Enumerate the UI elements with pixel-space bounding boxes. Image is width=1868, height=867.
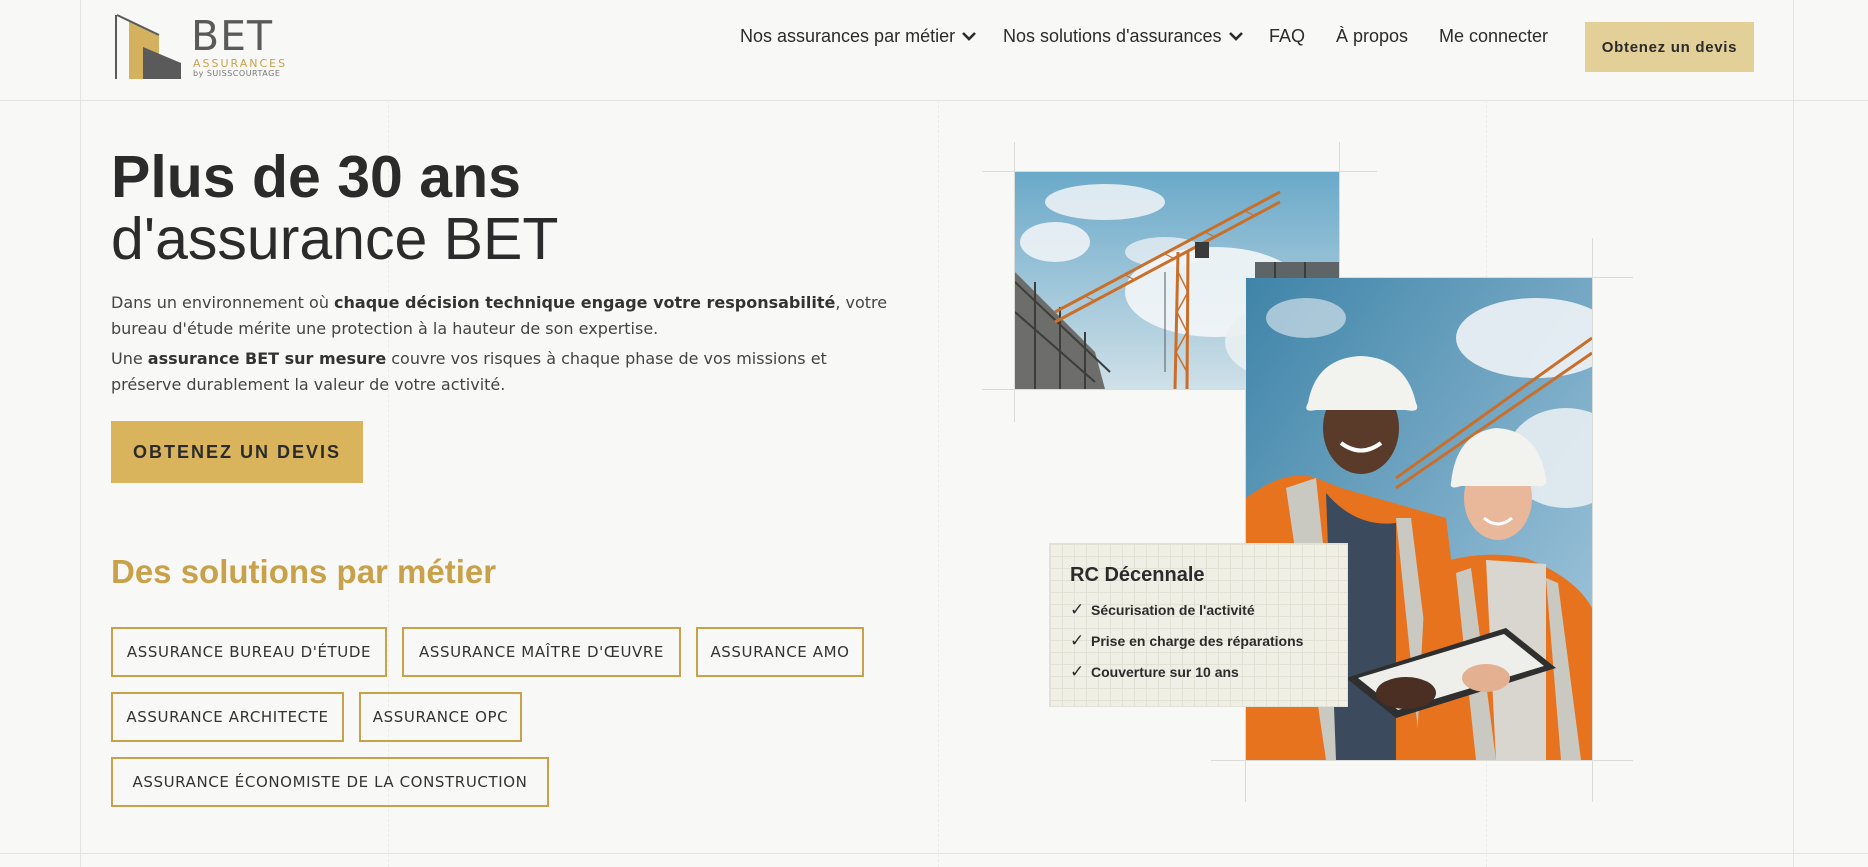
frame-line-left (80, 0, 81, 867)
card-title: RC Décennale (1070, 564, 1205, 586)
footer-divider (0, 853, 1868, 854)
check-icon: ✓ (1070, 631, 1085, 650)
card-feature-item: ✓ Prise en charge des réparations (1070, 631, 1303, 651)
rc-decennale-card: RC Décennale ✓ Sécurisation de l'activit… (1049, 543, 1348, 707)
tag-assurance-amo[interactable]: ASSURANCE AMO (696, 627, 864, 677)
hero-paragraph-1: Dans un environnement où chaque décision… (111, 290, 901, 342)
hero-title-line2: d'assurance BET (111, 206, 559, 272)
tag-assurance-architecte[interactable]: ASSURANCE ARCHITECTE (111, 692, 344, 742)
header-quote-button[interactable]: Obtenez un devis (1585, 22, 1754, 72)
nav-item-a-propos[interactable]: À propos (1336, 26, 1408, 47)
text-segment: Une (111, 349, 148, 368)
hero-quote-button[interactable]: OBTENEZ UN DEVIS (111, 421, 363, 483)
tag-assurance-opc[interactable]: ASSURANCE OPC (359, 692, 522, 742)
logo-byline: by SUISSCOURTAGE (193, 69, 281, 78)
card-feature-label: Sécurisation de l'activité (1091, 602, 1255, 618)
logo-building-icon (115, 14, 181, 79)
tag-assurance-bureau-etude[interactable]: ASSURANCE BUREAU D'ÉTUDE (111, 627, 387, 677)
nav-item-assurances-metier[interactable]: Nos assurances par métier (740, 26, 977, 47)
logo-wordmark: BET (191, 12, 274, 60)
image-guide-line (1211, 760, 1633, 761)
image-guide-line (1592, 238, 1593, 802)
image-guide-line (1339, 142, 1340, 278)
card-feature-item: ✓ Couverture sur 10 ans (1070, 662, 1239, 682)
hero-title-line1: Plus de 30 ans (111, 144, 521, 210)
nav-item-label: Nos assurances par métier (740, 25, 956, 46)
text-emphasis: assurance BET sur mesure (147, 349, 387, 368)
chevron-down-icon (962, 32, 977, 41)
nav-item-me-connecter[interactable]: Me connecter (1439, 26, 1548, 47)
site-header: BET ASSURANCES by SUISSCOURTAGE Nos assu… (0, 0, 1868, 101)
image-guide-line (982, 389, 1247, 390)
card-feature-label: Prise en charge des réparations (1091, 633, 1304, 649)
text-segment: Dans un environnement où (111, 293, 335, 312)
nav-item-faq[interactable]: FAQ (1269, 26, 1305, 47)
frame-line-right (1793, 0, 1794, 867)
check-icon: ✓ (1070, 600, 1085, 619)
nav-item-solutions-assurances[interactable]: Nos solutions d'assurances (1003, 26, 1244, 47)
hero-paragraph-2: Une assurance BET sur mesure couvre vos … (111, 346, 901, 398)
tag-assurance-economiste[interactable]: ASSURANCE ÉCONOMISTE DE LA CONSTRUCTION (111, 757, 549, 807)
solutions-heading: Des solutions par métier (111, 553, 497, 590)
grid-guide (938, 100, 939, 867)
card-feature-label: Couverture sur 10 ans (1091, 664, 1239, 680)
logo[interactable]: BET ASSURANCES by SUISSCOURTAGE (115, 12, 295, 81)
check-icon: ✓ (1070, 662, 1085, 681)
card-feature-item: ✓ Sécurisation de l'activité (1070, 600, 1255, 620)
chevron-down-icon (1228, 32, 1243, 41)
text-emphasis: chaque décision technique engage votre r… (334, 293, 836, 312)
nav-item-label: Nos solutions d'assurances (1003, 25, 1222, 46)
tag-assurance-maitre-oeuvre[interactable]: ASSURANCE MAÎTRE D'ŒUVRE (402, 627, 681, 677)
